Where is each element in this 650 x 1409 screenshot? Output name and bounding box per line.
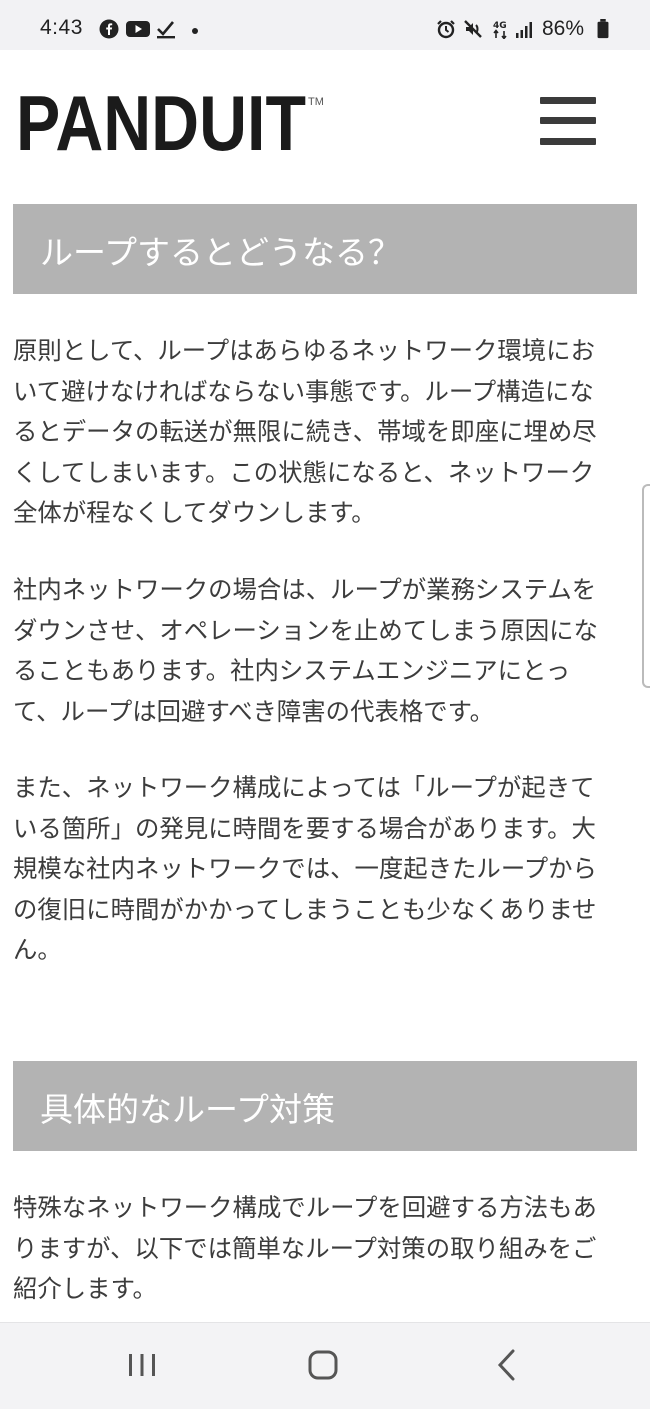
battery-percentage: 86% [542, 17, 585, 40]
paragraph-line: ることもあります。社内システムエンジニアにとっ [13, 656, 571, 686]
dot-icon [192, 28, 198, 34]
paragraph-line: て、ループは回避すべき障害の代表格です。 [13, 696, 494, 726]
system-navigation-bar [0, 1322, 650, 1409]
battery-icon [597, 19, 609, 39]
back-icon[interactable] [489, 1345, 525, 1385]
task-done-icon [157, 21, 175, 39]
paragraph-line: ん。 [13, 935, 62, 965]
svg-text:4G: 4G [493, 21, 507, 31]
youtube-icon [126, 21, 150, 37]
paragraph-loop-detection: また、ネットワーク構成によっては「ループが起きて いる箇所」の発見に時間を要する… [13, 768, 637, 971]
network-4g-icon: 4G [493, 21, 507, 39]
scroll-handle[interactable] [642, 484, 650, 688]
paragraph-internal-network: 社内ネットワークの場合は、ループが業務システムを ダウンさせ、オペレーションを止… [13, 570, 637, 732]
alarm-icon [437, 20, 455, 39]
facebook-icon [99, 19, 119, 39]
home-icon[interactable] [303, 1345, 343, 1385]
recent-apps-icon[interactable] [124, 1345, 160, 1385]
status-bar: 4:43 4G 86% [0, 0, 650, 50]
paragraph-line: くしてしまいます。この状態になると、ネットワーク [13, 457, 595, 487]
status-time: 4:43 [40, 16, 83, 39]
paragraph-line: いる箇所」の発見に時間を要する場合があります。大 [13, 813, 596, 843]
paragraph-line: の復旧に時間がかかってしまうことも少なくありませ [13, 894, 597, 924]
site-header: PANDUIT TM [0, 50, 650, 190]
paragraph-line: 社内ネットワークの場合は、ループが業務システムを [13, 575, 597, 604]
paragraph-line: 全体が程なくしてダウンします。 [13, 498, 376, 528]
mute-icon [464, 20, 482, 38]
paragraph-line: るとデータの転送が無限に続き、帯域を即座に埋め尽 [13, 417, 597, 447]
paragraph-line: 原則として、ループはあらゆるネットワーク環境にお [13, 336, 595, 365]
section-heading-text: 具体的なループ対策 [40, 1090, 336, 1129]
paragraph-line: りますが、以下では簡単なループ対策の取り組みをご [13, 1233, 597, 1263]
hamburger-menu-icon[interactable] [538, 94, 598, 150]
logo-text: PANDUIT [16, 83, 306, 153]
section-heading-loop-countermeasures: 具体的なループ対策 [13, 1061, 637, 1151]
paragraph-loop-principle: 原則として、ループはあらゆるネットワーク環境にお いて避けなければならない事態で… [13, 331, 637, 534]
paragraph-line: 紹介します。 [13, 1274, 157, 1304]
signal-icon [516, 22, 532, 38]
paragraph-line: いて避けなければならない事態です。ループ構造にな [13, 376, 594, 406]
panduit-logo[interactable]: PANDUIT TM [16, 83, 328, 153]
paragraph-line: また、ネットワーク構成によっては「ループが起きて [13, 773, 595, 802]
paragraph-countermeasures-intro: 特殊なネットワーク構成でループを回避する方法もあ りますが、以下では簡単なループ… [13, 1188, 637, 1310]
section-heading-loop-effects: ループするとどうなる？ [13, 204, 637, 294]
section-heading-text: ループするとどうなる？ [40, 233, 402, 272]
paragraph-line: 特殊なネットワーク構成でループを回避する方法もあ [13, 1193, 597, 1222]
paragraph-line: ダウンさせ、オペレーションを止めてしまう原因にな [13, 615, 598, 645]
paragraph-line: 規模な社内ネットワークでは、一度起きたループから [13, 854, 597, 884]
logo-trademark: TM [308, 96, 324, 108]
